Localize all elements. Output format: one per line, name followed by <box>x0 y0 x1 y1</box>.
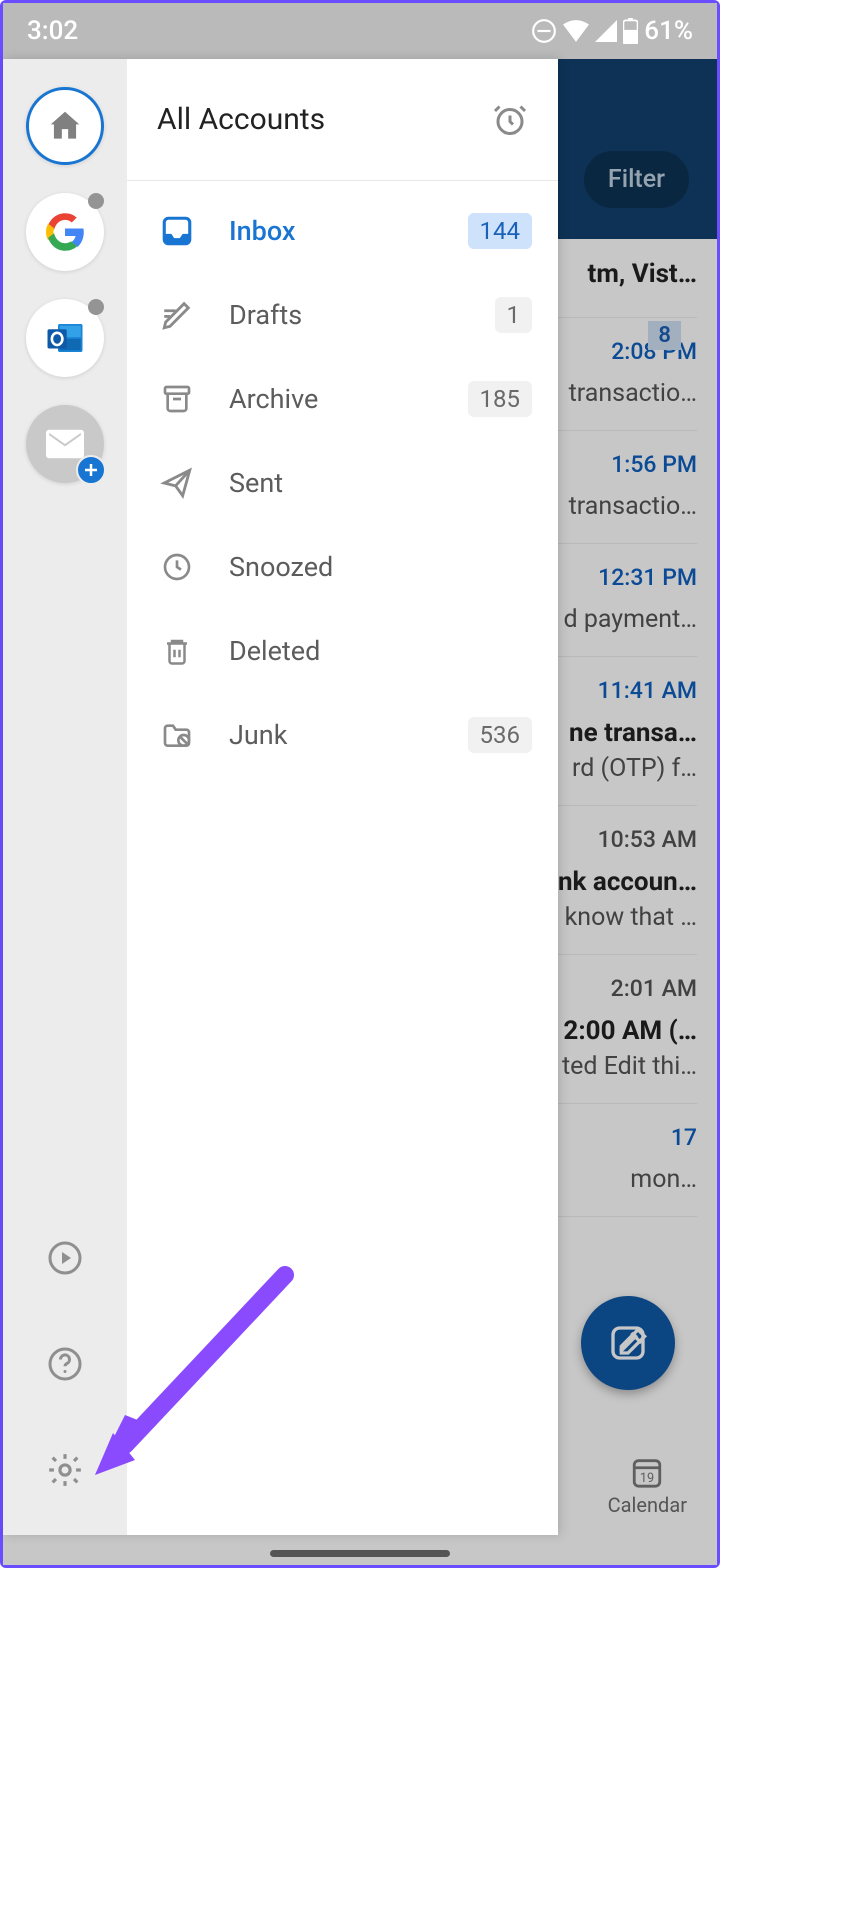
folder-snoozed[interactable]: Snoozed <box>127 525 558 609</box>
folder-sent[interactable]: Sent <box>127 441 558 525</box>
help-icon <box>47 1346 83 1382</box>
notification-dot <box>88 193 104 209</box>
sent-icon <box>157 466 197 500</box>
rail-google-account[interactable] <box>26 193 104 271</box>
battery-percent: 61% <box>644 16 693 46</box>
folder-label: Archive <box>229 383 436 415</box>
folder-label: Inbox <box>229 215 436 247</box>
panel-header: All Accounts <box>127 59 558 181</box>
folder-label: Snoozed <box>229 551 532 583</box>
folder-label: Junk <box>229 719 436 751</box>
folder-label: Sent <box>229 467 532 499</box>
gesture-handle[interactable] <box>270 1550 450 1557</box>
gear-icon <box>46 1451 84 1489</box>
google-icon <box>45 212 85 252</box>
snoozed-icon <box>157 551 197 583</box>
folder-label: Drafts <box>229 299 463 331</box>
folder-list: Inbox 144 Drafts 1 Archive 185 Sent Snoozed Dele… <box>127 181 558 777</box>
rail-outlook-account[interactable] <box>26 299 104 377</box>
folder-label: Deleted <box>229 635 532 667</box>
drafts-icon <box>157 298 197 332</box>
rail-settings-button[interactable] <box>26 1431 104 1509</box>
folder-count: 1 <box>495 297 533 333</box>
folder-panel: All Accounts Inbox 144 Drafts 1 Archive 185 Se… <box>127 59 558 1535</box>
junk-icon <box>157 719 197 751</box>
archive-icon <box>157 383 197 415</box>
outlook-icon <box>44 317 86 359</box>
folder-drafts[interactable]: Drafts 1 <box>127 273 558 357</box>
status-right: 61% <box>531 16 693 46</box>
plus-badge-icon <box>76 455 106 485</box>
folder-count: 144 <box>468 213 532 249</box>
account-rail <box>3 59 127 1535</box>
rail-add-account[interactable] <box>26 405 104 483</box>
inbox-icon <box>157 214 197 248</box>
folder-count: 185 <box>468 381 532 417</box>
deleted-icon <box>157 634 197 668</box>
folder-archive[interactable]: Archive 185 <box>127 357 558 441</box>
wifi-icon <box>563 20 589 42</box>
home-icon <box>46 107 84 145</box>
folder-deleted[interactable]: Deleted <box>127 609 558 693</box>
do-not-disturb-icon <box>531 18 557 44</box>
notification-dot <box>88 299 104 315</box>
panel-title: All Accounts <box>157 102 325 137</box>
navigation-drawer: All Accounts Inbox 144 Drafts 1 Archive 185 Se… <box>3 59 558 1535</box>
rail-play-button[interactable] <box>26 1219 104 1297</box>
play-circle-icon <box>47 1240 83 1276</box>
battery-icon <box>623 18 638 44</box>
rail-help-button[interactable] <box>26 1325 104 1403</box>
rail-home-button[interactable] <box>26 87 104 165</box>
cell-signal-icon <box>595 20 617 42</box>
folder-inbox[interactable]: Inbox 144 <box>127 189 558 273</box>
status-bar: 3:02 61% <box>3 3 717 59</box>
mail-icon <box>46 429 84 459</box>
status-time: 3:02 <box>27 16 78 46</box>
alarm-clock-icon[interactable] <box>492 102 528 138</box>
folder-count: 536 <box>468 717 532 753</box>
folder-junk[interactable]: Junk 536 <box>127 693 558 777</box>
